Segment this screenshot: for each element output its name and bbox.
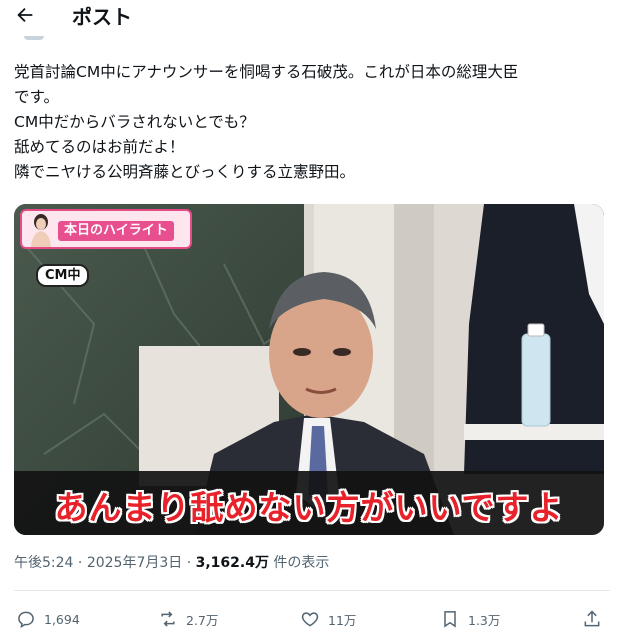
- view-count: 3,162.4万: [195, 555, 269, 571]
- reply-button[interactable]: 1,694: [16, 608, 80, 630]
- subtitle-bar: あんまり舐めない方がいいですよ: [14, 471, 604, 535]
- post-line: 隣でニヤける公明斉藤とびっくりする立憲野田。: [14, 163, 356, 181]
- bookmark-icon: [444, 611, 456, 628]
- subtitle-text: あんまり舐めない方がいいですよ: [54, 488, 564, 527]
- bookmark-count: 1.3万: [468, 612, 501, 628]
- post-media[interactable]: 本日のハイライト CM中 あんまり舐めない方がいいですよ: [14, 204, 604, 535]
- repost-icon: [161, 611, 175, 627]
- cm-tag: CM中: [36, 264, 90, 287]
- meta-separator: ·: [182, 555, 196, 571]
- highlight-badge: 本日のハイライト: [20, 209, 192, 249]
- reply-count: 1,694: [44, 611, 80, 627]
- post-meta: 午後5:24 · 2025年7月3日 · 3,162.4万 件の表示: [14, 552, 329, 572]
- highlight-label: 本日のハイライト: [58, 221, 174, 241]
- post-text: 党首討論CM中にアナウンサーを恫喝する石破茂。これが日本の総理大臣 です。 CM…: [14, 60, 614, 185]
- post-date[interactable]: 2025年7月3日: [87, 555, 182, 571]
- repost-count: 2.7万: [186, 612, 219, 628]
- post-line: 舐めてるのはお前だよ！: [14, 138, 185, 156]
- presenter-figure-icon: [31, 214, 51, 247]
- bookmark-button[interactable]: 1.3万: [440, 608, 500, 630]
- meta-separator: ·: [73, 555, 87, 571]
- post-line: 党首討論CM中にアナウンサーを恫喝する石破茂。これが日本の総理大臣: [14, 63, 519, 81]
- avatar[interactable]: [24, 36, 44, 40]
- post-line: CM中だからバラされないとでも？: [14, 113, 255, 131]
- share-button[interactable]: [582, 608, 610, 630]
- like-icon: [301, 612, 319, 627]
- view-label: 件の表示: [268, 555, 330, 571]
- like-count: 11万: [328, 612, 357, 628]
- reply-icon: [18, 611, 34, 628]
- back-button[interactable]: [10, 2, 40, 28]
- like-button[interactable]: 11万: [300, 608, 356, 630]
- divider: [14, 590, 610, 591]
- top-bar: ポスト: [0, 0, 624, 34]
- post-line: です。: [14, 88, 59, 106]
- repost-button[interactable]: 2.7万: [158, 608, 218, 630]
- share-icon: [584, 610, 600, 627]
- back-arrow-icon: [17, 7, 33, 23]
- page-title: ポスト: [72, 5, 132, 29]
- post-time[interactable]: 午後5:24: [14, 555, 73, 571]
- action-bar: 1,694 2.7万 11万 1.3万: [0, 600, 624, 636]
